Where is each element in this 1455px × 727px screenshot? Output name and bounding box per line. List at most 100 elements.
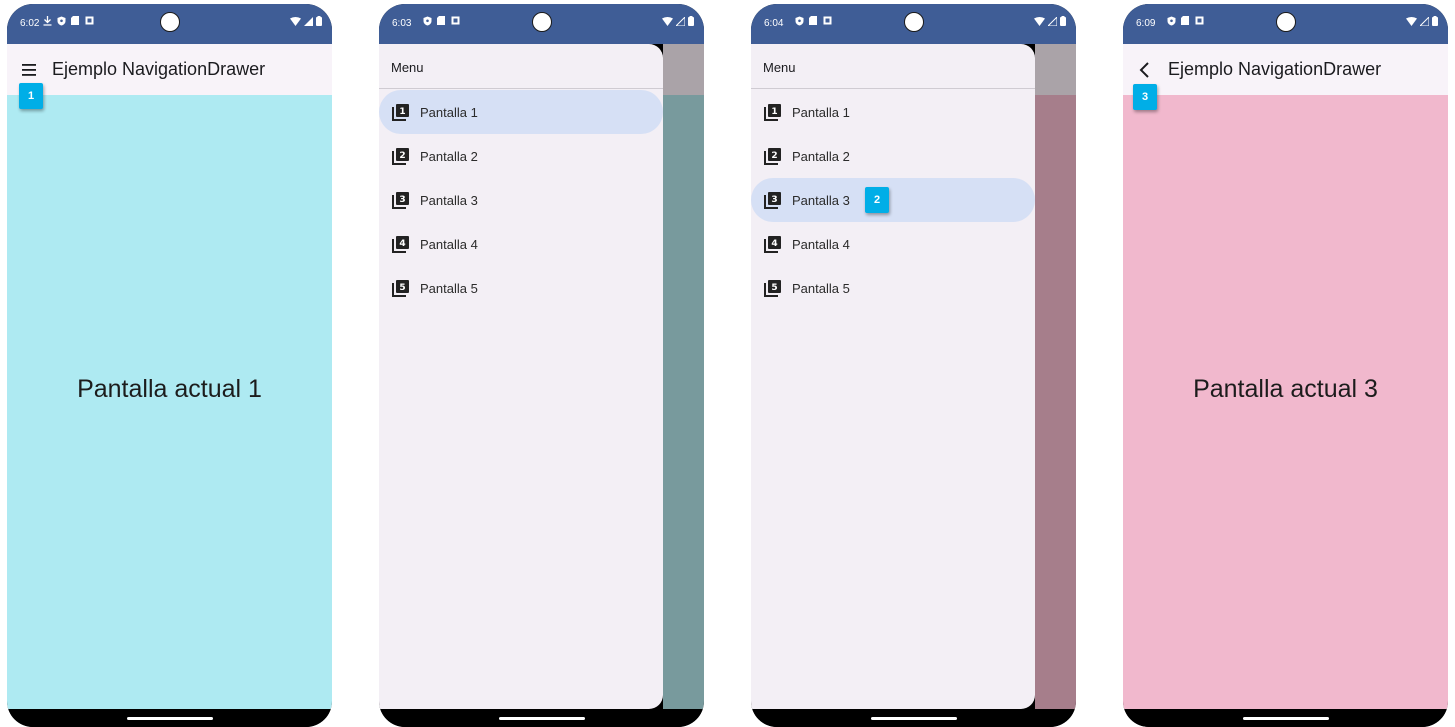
svg-text:3: 3 [399, 195, 405, 205]
scrim[interactable] [1035, 44, 1076, 95]
navigation-drawer: Menu 1 Pantalla 1 2 Pantalla 2 3 Pantall… [751, 44, 1035, 709]
drawer-header: Menu [391, 60, 424, 75]
shield-icon [57, 16, 66, 26]
phone-screen-3: 6:04 Menu 1 Pantalla 1 2 Pantalla 2 3 Pa… [751, 4, 1076, 727]
current-screen-text: Pantalla actual 3 [1193, 375, 1378, 403]
filter-2-icon: 2 [392, 147, 410, 165]
camera-cutout [531, 12, 552, 32]
svg-text:5: 5 [399, 283, 405, 293]
app-notification-icon [823, 16, 832, 25]
drawer-item-label: Pantalla 1 [792, 105, 850, 120]
step-badge: 2 [865, 187, 889, 213]
signal-icon [304, 16, 313, 29]
phone-screen-4: 6:09 Ejemplo NavigationDrawer Pantalla a… [1123, 4, 1448, 727]
drawer-item-label: Pantalla 3 [420, 193, 478, 208]
signal-icon [1046, 15, 1058, 29]
camera-cutout [1275, 12, 1296, 32]
download-icon [43, 16, 52, 26]
drawer-item-pantalla-5[interactable]: 5 Pantalla 5 [751, 266, 1035, 310]
gesture-handle[interactable] [126, 717, 213, 720]
gesture-handle[interactable] [1242, 717, 1329, 720]
step-badge: 1 [19, 83, 43, 109]
sd-card-icon [437, 16, 445, 25]
status-time: 6:02 [20, 18, 40, 29]
drawer-item-label: Pantalla 5 [792, 281, 850, 296]
drawer-item-label: Pantalla 5 [420, 281, 478, 296]
screen-content: Pantalla actual 1 [7, 95, 332, 709]
wifi-icon [662, 16, 673, 29]
gesture-handle[interactable] [498, 717, 585, 720]
signal-icon [674, 15, 686, 29]
svg-text:4: 4 [399, 239, 405, 249]
filter-1-icon: 1 [764, 103, 782, 121]
status-time: 6:09 [1136, 18, 1156, 29]
svg-text:1: 1 [771, 107, 777, 117]
top-app-bar: Ejemplo NavigationDrawer [1123, 44, 1448, 95]
drawer-item-label: Pantalla 2 [792, 149, 850, 164]
app-title: Ejemplo NavigationDrawer [1168, 59, 1382, 79]
filter-2-icon: 2 [764, 147, 782, 165]
battery-icon [316, 16, 322, 29]
navigation-drawer: Menu 1 Pantalla 1 2 Pantalla 2 3 Pantall… [379, 44, 663, 709]
battery-icon [1432, 16, 1438, 29]
filter-3-icon: 3 [764, 191, 782, 209]
camera-cutout [159, 12, 180, 32]
status-bar: 6:04 [751, 4, 1076, 44]
gesture-handle[interactable] [870, 717, 957, 720]
navigation-bar [751, 709, 1076, 727]
status-bar: 6:02 [7, 4, 332, 44]
wifi-icon [1406, 16, 1417, 29]
drawer-item-label: Pantalla 1 [420, 105, 478, 120]
navigation-bar [1123, 709, 1448, 727]
battery-icon [1060, 16, 1066, 29]
drawer-item-label: Pantalla 3 [792, 193, 850, 208]
drawer-item-label: Pantalla 4 [792, 237, 850, 252]
drawer-item-pantalla-1[interactable]: 1 Pantalla 1 [751, 90, 1035, 134]
drawer-item-label: Pantalla 2 [420, 149, 478, 164]
battery-icon [688, 16, 694, 29]
divider [379, 88, 663, 89]
drawer-item-pantalla-3[interactable]: 3 Pantalla 3 [379, 178, 663, 222]
scrim[interactable] [663, 44, 704, 95]
drawer-item-pantalla-2[interactable]: 2 Pantalla 2 [379, 134, 663, 178]
filter-5-icon: 5 [392, 279, 410, 297]
status-bar: 6:09 [1123, 4, 1448, 44]
scrim[interactable] [663, 95, 704, 709]
drawer-item-pantalla-4[interactable]: 4 Pantalla 4 [379, 222, 663, 266]
filter-5-icon: 5 [764, 279, 782, 297]
filter-4-icon: 4 [392, 235, 410, 253]
phone-screen-2: 6:03 Menu 1 Pantalla 1 2 Pantalla 2 3 Pa… [379, 4, 704, 727]
svg-text:1: 1 [399, 107, 405, 117]
status-time: 6:04 [764, 18, 784, 29]
drawer-item-pantalla-5[interactable]: 5 Pantalla 5 [379, 266, 663, 310]
svg-text:3: 3 [771, 195, 777, 205]
status-bar: 6:03 [379, 4, 704, 44]
filter-3-icon: 3 [392, 191, 410, 209]
camera-cutout [903, 12, 924, 32]
drawer-item-pantalla-2[interactable]: 2 Pantalla 2 [751, 134, 1035, 178]
drawer-item-pantalla-3[interactable]: 3 Pantalla 3 [751, 178, 1035, 222]
scrim[interactable] [1035, 95, 1076, 709]
drawer-item-pantalla-4[interactable]: 4 Pantalla 4 [751, 222, 1035, 266]
top-app-bar: Ejemplo NavigationDrawer [7, 44, 332, 95]
drawer-header: Menu [763, 60, 796, 75]
drawer-item-label: Pantalla 4 [420, 237, 478, 252]
drawer-item-pantalla-1[interactable]: 1 Pantalla 1 [379, 90, 663, 134]
status-time: 6:03 [392, 18, 412, 29]
sd-card-icon [71, 16, 79, 25]
screen-content: Pantalla actual 3 [1123, 95, 1448, 709]
shield-icon [1167, 16, 1176, 26]
app-notification-icon [451, 16, 460, 25]
wifi-icon [290, 16, 301, 29]
shield-icon [423, 16, 432, 26]
back-arrow-icon[interactable] [1136, 60, 1156, 80]
sd-card-icon [809, 16, 817, 25]
svg-text:2: 2 [399, 151, 405, 161]
svg-text:5: 5 [771, 283, 777, 293]
wifi-icon [1034, 16, 1045, 29]
sd-card-icon [1181, 16, 1189, 25]
menu-icon[interactable] [20, 60, 40, 80]
svg-text:2: 2 [771, 151, 777, 161]
filter-4-icon: 4 [764, 235, 782, 253]
shield-icon [795, 16, 804, 26]
